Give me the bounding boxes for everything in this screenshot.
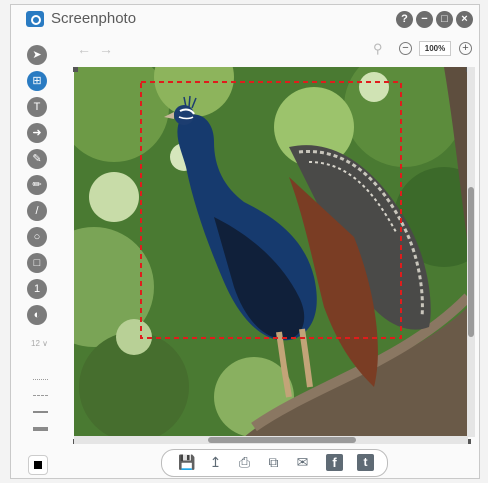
minimize-button[interactable]: − (416, 11, 433, 28)
title-bar: Screenphoto ? − □ × (11, 5, 479, 33)
twitter-icon[interactable]: t (357, 454, 374, 471)
vertical-scrollbar[interactable] (467, 67, 475, 437)
line-width-medium[interactable] (33, 411, 48, 413)
ellipse-icon[interactable]: ○ (27, 227, 47, 247)
copy-icon[interactable]: ⧉ (265, 454, 282, 471)
undo-icon[interactable]: ← (77, 41, 91, 57)
app-window: Screenphoto ? − □ × ← → ⚲ − 100% + ➤ ⊞ T… (10, 4, 480, 479)
brush-icon[interactable]: ✎ (27, 149, 47, 169)
zoom-search-icon[interactable]: ⚲ (373, 41, 383, 57)
close-button[interactable]: × (456, 11, 473, 28)
app-title: Screenphoto (51, 10, 137, 27)
share-toolbar: 💾 ↥ ⎙ ⧉ ✉ f t (161, 449, 388, 477)
horizontal-scroll-thumb[interactable] (208, 437, 356, 443)
line-icon[interactable]: / (27, 201, 47, 221)
resize-handle[interactable] (73, 67, 78, 72)
zoom-in-button[interactable]: + (459, 42, 472, 55)
save-icon[interactable]: 💾 (178, 454, 195, 471)
text-icon[interactable]: T (27, 97, 47, 117)
number-icon[interactable]: 1 (27, 279, 47, 299)
vertical-scroll-thumb[interactable] (468, 187, 474, 337)
image-canvas[interactable] (74, 67, 468, 437)
print-icon[interactable]: ⎙ (236, 454, 253, 471)
crop-icon[interactable]: ⊞ (27, 71, 47, 91)
horizontal-scrollbar[interactable] (74, 436, 468, 444)
redo-icon[interactable]: → (99, 41, 113, 57)
line-style-dotted[interactable] (33, 379, 48, 380)
zoom-out-button[interactable]: − (399, 42, 412, 55)
email-icon[interactable]: ✉ (294, 454, 311, 471)
help-button[interactable]: ? (396, 11, 413, 28)
marker-icon[interactable]: ✏ (27, 175, 47, 195)
maximize-button[interactable]: □ (436, 11, 453, 28)
upload-icon[interactable]: ↥ (207, 454, 224, 471)
arrow-shape-icon[interactable]: ➜ (27, 123, 47, 143)
line-width-thick[interactable] (33, 427, 48, 431)
font-size-select[interactable]: 12 ∨ (31, 339, 48, 348)
zoom-level[interactable]: 100% (419, 41, 451, 56)
facebook-icon[interactable]: f (326, 454, 343, 471)
arrow-icon[interactable]: ➤ (27, 45, 47, 65)
camera-icon (26, 11, 44, 27)
top-toolbar: ← → ⚲ − 100% + (11, 33, 479, 63)
line-style-dashed[interactable] (33, 395, 48, 396)
color-picker[interactable] (28, 455, 48, 475)
rectangle-icon[interactable]: □ (27, 253, 47, 273)
blur-icon[interactable]: ◐ (27, 305, 47, 325)
peacock-photo (74, 67, 468, 437)
